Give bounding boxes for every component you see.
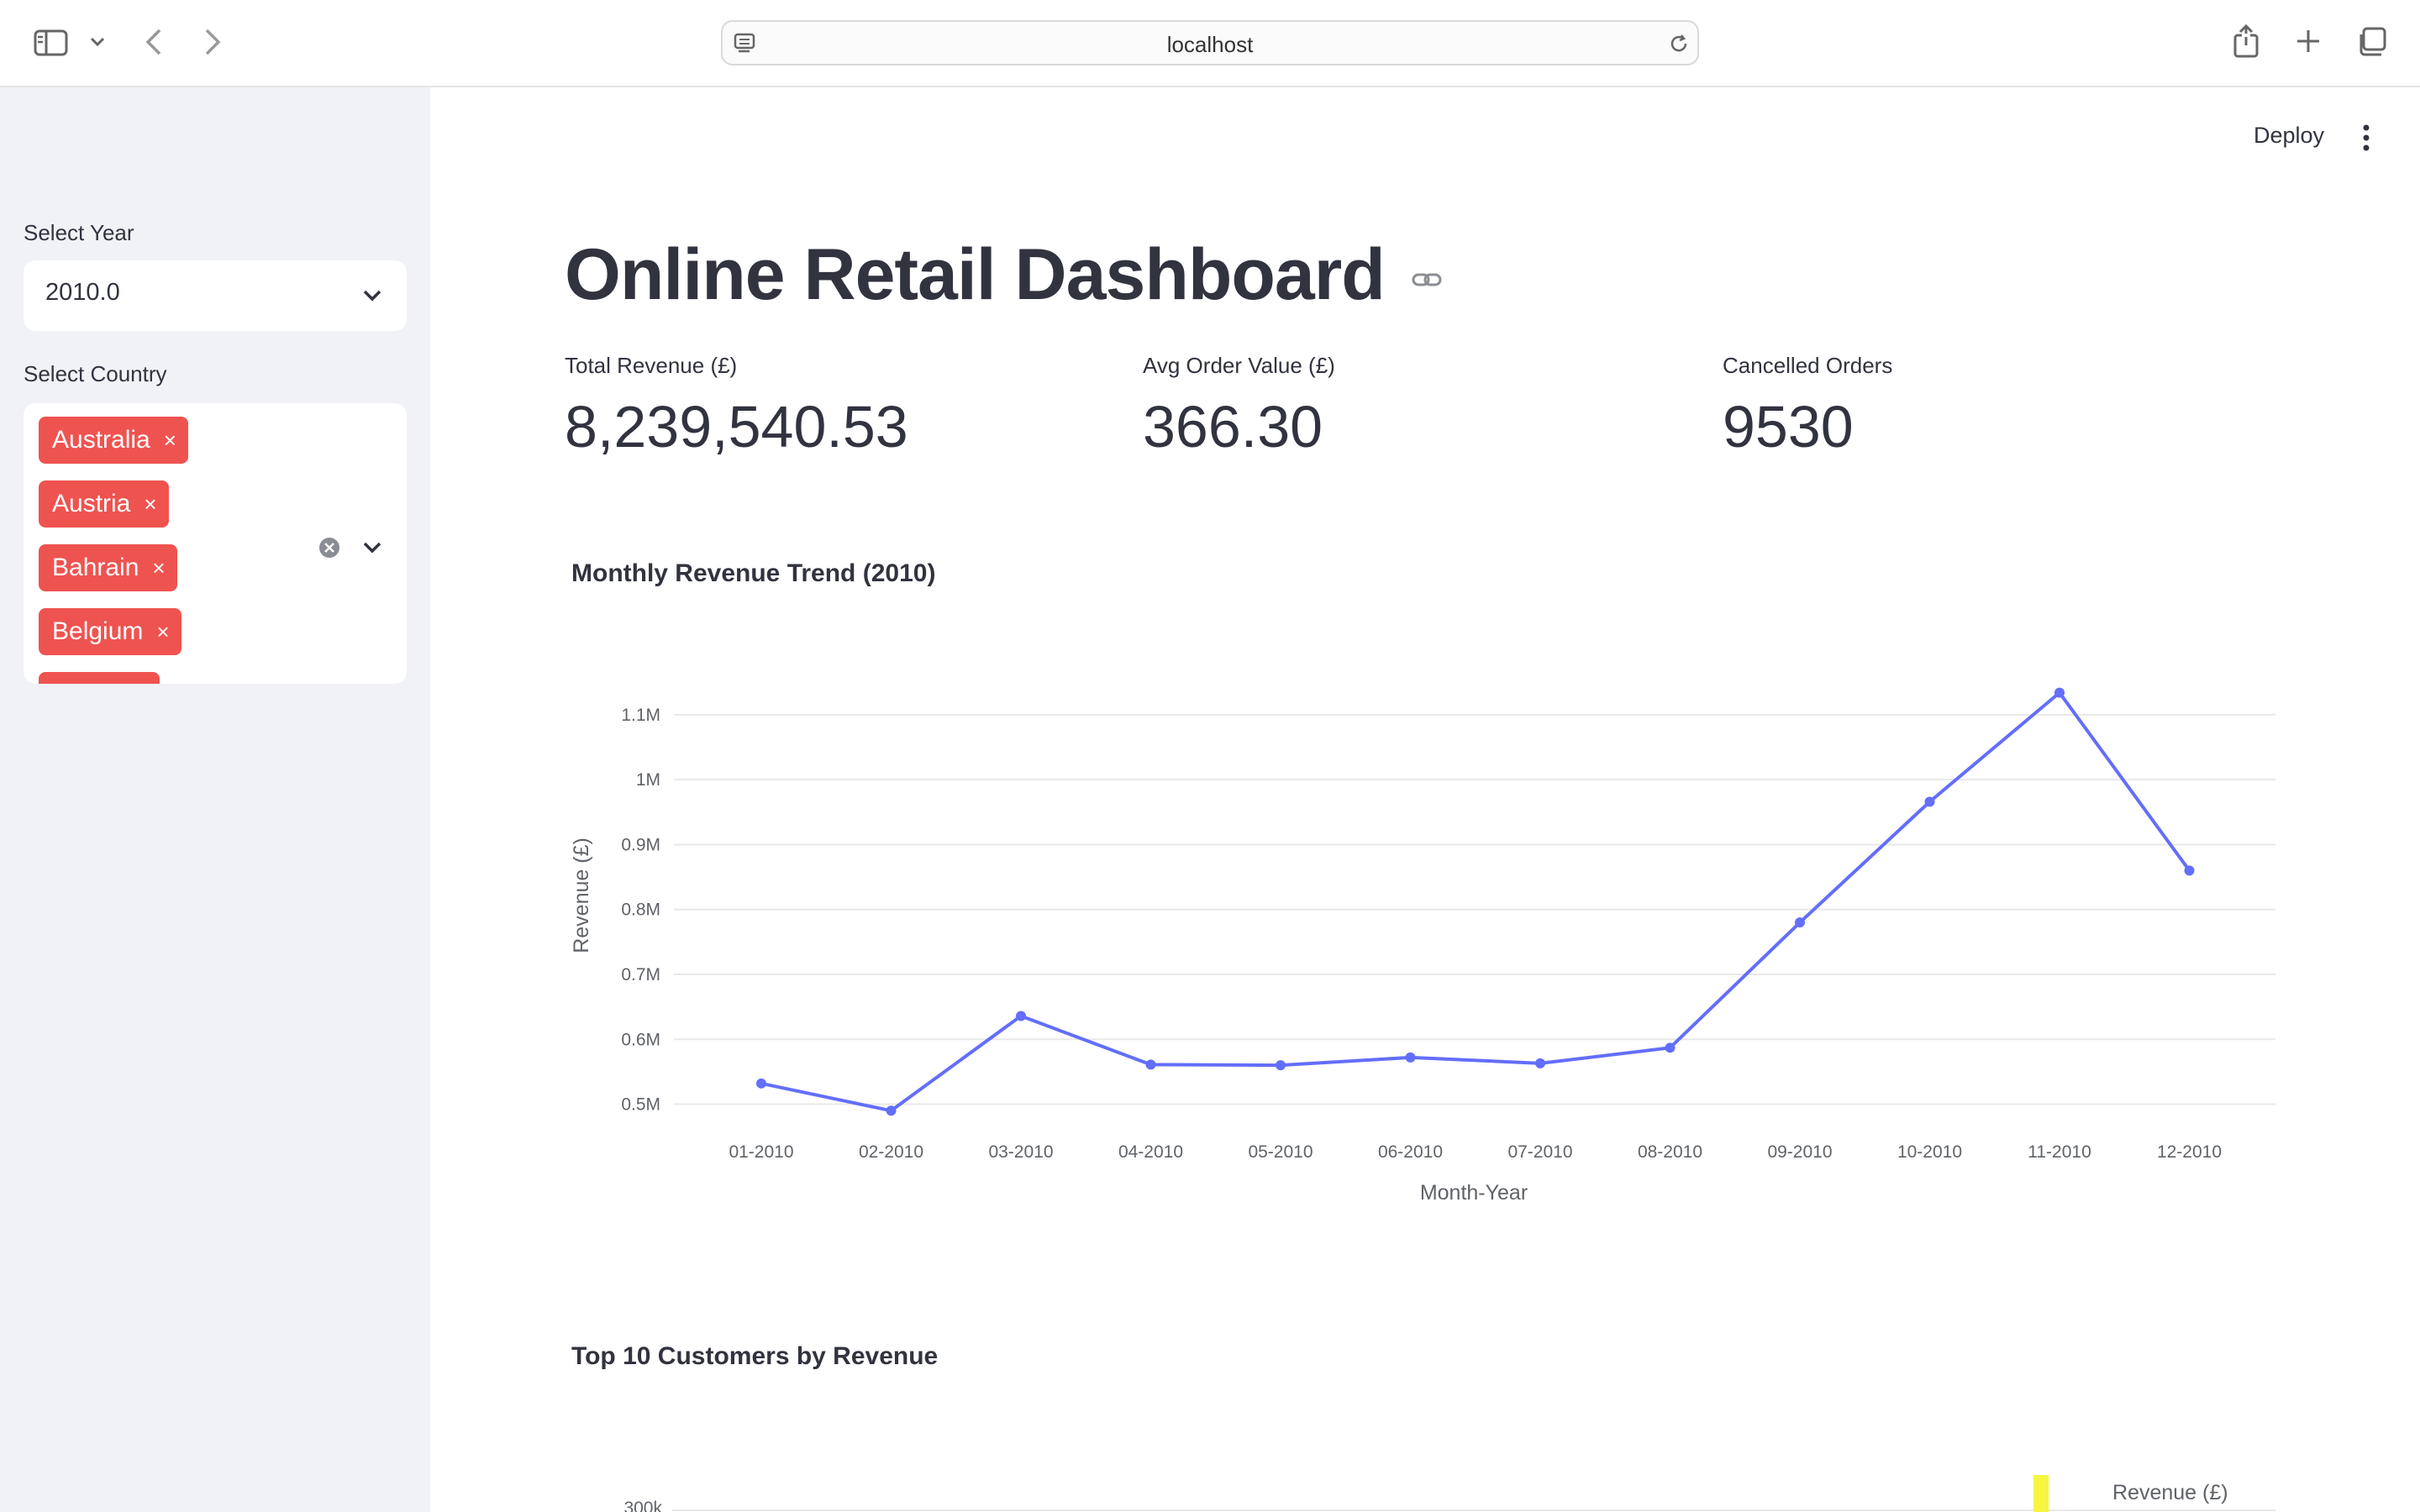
y-axis-tick-label: 300k [623,1499,662,1512]
data-point[interactable] [1145,1059,1156,1070]
data-point[interactable] [756,1078,766,1089]
x-axis-tick-label: 04-2010 [1118,1142,1183,1162]
x-axis-ticks: 01-2010 02-2010 03-2010 04-2010 05-2010 06-20… [729,1142,2222,1162]
y-axis-tick-label: 0.6M [621,1030,660,1049]
y-axis-tick-label: 1.1M [621,706,660,725]
colorbar [2033,1475,2049,1512]
chart-title-top-customers: Top 10 Customers by Revenue [571,1342,939,1370]
x-axis-tick-label: 05-2010 [1248,1142,1313,1162]
y-axis-tick-label: 0.7M [621,965,660,984]
chart-grid [674,713,2275,1105]
data-point[interactable] [1016,1011,1026,1021]
x-axis-title: Month-Year [1420,1181,1528,1205]
x-axis-tick-label: 11-2010 [2028,1142,2091,1162]
y-axis-tick-label: 1M [636,770,660,790]
x-axis-tick-label: 02-2010 [859,1142,923,1162]
data-point[interactable] [2054,687,2065,698]
y-axis-ticks: 0.5M 0.6M 0.7M 0.8M 0.9M 1M 1.1M [621,706,660,1115]
x-axis-tick-label: 01-2010 [729,1142,793,1162]
x-axis-tick-label: 06-2010 [1378,1142,1443,1162]
data-point[interactable] [1665,1042,1676,1053]
monthly-revenue-chart[interactable]: 0.5M 0.6M 0.7M 0.8M 0.9M 1M 1.1M 01-2010 02-201… [0,0,2420,1512]
x-axis-tick-label: 08-2010 [1638,1142,1702,1162]
data-point[interactable] [2184,865,2195,876]
data-point[interactable] [1276,1060,1286,1071]
data-point[interactable] [886,1105,897,1116]
data-point[interactable] [1924,796,1935,807]
colorbar-title: Revenue (£) [2112,1481,2228,1504]
x-axis-tick-label: 03-2010 [988,1142,1053,1162]
top-customers-chart[interactable]: 300k Revenue (£) [0,1462,2420,1512]
y-axis-tick-label: 0.9M [621,835,660,854]
data-point[interactable] [1535,1058,1545,1068]
data-point[interactable] [1795,917,1805,928]
data-point[interactable] [1405,1052,1416,1063]
y-axis-tick-label: 0.5M [621,1095,660,1115]
revenue-series-line [760,690,2191,1113]
y-axis-title: Revenue (£) [570,837,593,953]
x-axis-tick-label: 09-2010 [1767,1142,1832,1162]
x-axis-tick-label: 12-2010 [2157,1142,2222,1162]
x-axis-tick-label: 07-2010 [1507,1142,1572,1162]
x-axis-tick-label: 10-2010 [1897,1142,1962,1162]
y-axis-tick-label: 0.8M [621,900,660,920]
